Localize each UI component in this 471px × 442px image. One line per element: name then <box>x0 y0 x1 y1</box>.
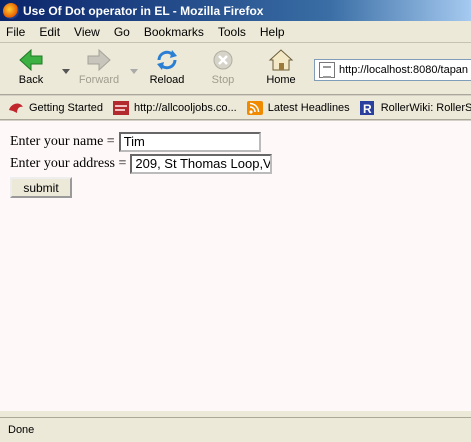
status-bar: Done <box>0 417 471 442</box>
address-input[interactable]: 209, St Thomas Loop,V <box>130 153 273 174</box>
back-arrow-icon <box>19 49 43 71</box>
name-label: Enter your name = <box>10 133 115 149</box>
menu-go[interactable]: Go <box>114 25 130 39</box>
home-button[interactable]: Home <box>254 45 308 93</box>
menu-view[interactable]: View <box>74 25 100 39</box>
menu-bar: File Edit View Go Bookmarks Tools Help <box>0 21 471 43</box>
submit-button[interactable]: submit <box>10 177 72 198</box>
menu-file[interactable]: File <box>6 25 25 39</box>
page-icon <box>319 62 335 78</box>
stop-button[interactable]: Stop <box>196 45 250 93</box>
page-content: Enter your name = Tim Enter your address… <box>0 121 471 411</box>
rollerwiki-icon: R <box>359 100 374 115</box>
forward-arrow-icon <box>87 49 111 71</box>
firefox-icon <box>3 2 19 19</box>
title-bar: Use Of Dot operator in EL - Mozilla Fire… <box>0 0 471 21</box>
rss-icon <box>246 100 263 115</box>
bookmark-rollerwiki[interactable]: R RollerWiki: RollerS <box>359 100 471 115</box>
stop-icon <box>213 50 233 70</box>
forward-history-dropdown-icon[interactable] <box>130 69 138 75</box>
menu-edit[interactable]: Edit <box>39 25 60 39</box>
reload-icon <box>157 50 177 70</box>
forward-button[interactable]: Forward <box>72 45 126 93</box>
name-row: Enter your name = Tim <box>10 131 461 152</box>
status-text: Done <box>8 424 35 436</box>
svg-text:R: R <box>363 102 372 115</box>
getting-started-icon <box>9 102 23 113</box>
home-icon <box>268 49 294 71</box>
allcooljobs-icon <box>113 100 129 115</box>
window-title: Use Of Dot operator in EL - Mozilla Fire… <box>23 3 264 18</box>
bookmark-latest-headlines[interactable]: Latest Headlines <box>246 100 350 115</box>
name-input[interactable]: Tim <box>118 131 261 152</box>
bookmark-allcooljobs[interactable]: http://allcooljobs.co... <box>113 100 237 115</box>
back-button[interactable]: Back <box>4 45 58 93</box>
bookmark-getting-started[interactable]: Getting Started <box>8 101 103 115</box>
address-url: http://localhost:8080/tapan <box>339 64 469 76</box>
menu-help[interactable]: Help <box>260 25 285 39</box>
bookmarks-toolbar: Getting Started http://allcooljobs.co...… <box>0 96 471 120</box>
menu-tools[interactable]: Tools <box>218 25 246 39</box>
address-label: Enter your address = <box>10 155 127 171</box>
navigation-toolbar: Back Forward Reload Stop Home http://loc… <box>0 43 471 95</box>
menu-bookmarks[interactable]: Bookmarks <box>144 25 204 39</box>
reload-button[interactable]: Reload <box>140 45 194 93</box>
address-bar[interactable]: http://localhost:8080/tapan <box>314 59 471 81</box>
address-row: Enter your address = 209, St Thomas Loop… <box>10 153 461 174</box>
back-history-dropdown-icon[interactable] <box>62 69 70 75</box>
